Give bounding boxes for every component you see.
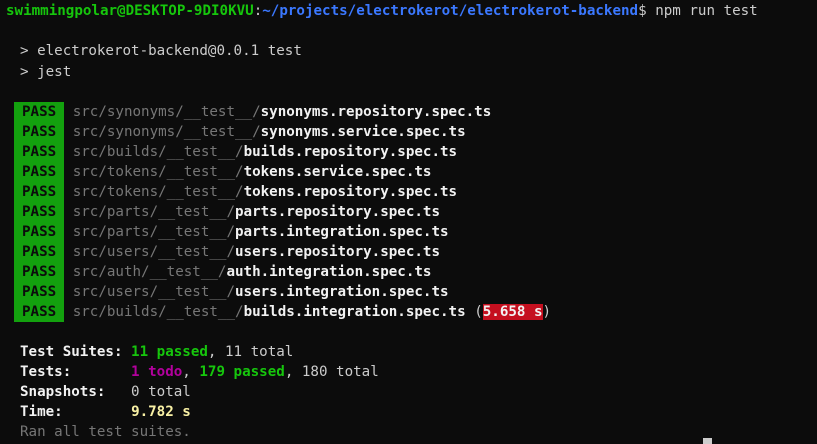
test-file-name: auth.integration.spec.ts <box>226 264 432 280</box>
test-result-row: PASS src/synonyms/__test__/synonyms.repo… <box>0 102 491 122</box>
npm-jest-line: > jest <box>20 64 72 80</box>
test-file-dir: src/tokens/__test__/ <box>72 164 244 180</box>
slow-duration-badge: 5.658 s <box>482 304 543 320</box>
prompt-line: swimmingpolar@DESKTOP-9DI0KVU:~/projects… <box>6 1 758 21</box>
npm-script-line: > electrokerot-backend@0.0.1 test <box>20 43 302 59</box>
test-file-dir: src/auth/__test__/ <box>72 264 227 280</box>
test-result-row: PASS src/tokens/__test__/tokens.reposito… <box>0 182 457 202</box>
test-result-row: PASS src/users/__test__/users.integratio… <box>0 282 449 302</box>
tests-todo: 1 todo <box>131 364 183 380</box>
test-file-name: users.integration.spec.ts <box>235 284 449 300</box>
pass-badge: PASS <box>14 182 65 202</box>
prompt-dollar: $ <box>638 3 647 19</box>
test-file-name: builds.integration.spec.ts <box>243 304 466 320</box>
test-file-dir: src/users/__test__/ <box>72 284 236 300</box>
pass-badge: PASS <box>14 162 65 182</box>
test-file-name: users.repository.spec.ts <box>235 244 441 260</box>
test-file-dir: src/synonyms/__test__/ <box>72 104 261 120</box>
time-value: 9.782 s <box>131 404 191 420</box>
summary-suites: Test Suites: 11 passed, 11 total <box>20 342 293 362</box>
test-result-row: PASS src/users/__test__/users.repository… <box>0 242 440 262</box>
pass-badge: PASS <box>14 302 65 322</box>
test-file-name: tokens.service.spec.ts <box>243 164 432 180</box>
summary-time: Time: 9.782 s <box>20 402 191 422</box>
test-file-dir: src/users/__test__/ <box>72 244 236 260</box>
test-file-name: builds.repository.spec.ts <box>243 144 458 160</box>
prompt-user-host: swimmingpolar@DESKTOP-9DI0KVU <box>6 3 254 19</box>
test-file-dir: src/tokens/__test__/ <box>72 184 244 200</box>
test-result-row: PASS src/synonyms/__test__/synonyms.serv… <box>0 122 466 142</box>
test-result-row: PASS src/parts/__test__/parts.repository… <box>0 202 440 222</box>
prompt-path: ~/projects/electrokerot/electrokerot-bac… <box>262 3 639 19</box>
prompt-separator: : <box>253 3 263 19</box>
test-file-name: synonyms.service.spec.ts <box>260 124 466 140</box>
terminal-cursor <box>703 438 712 444</box>
terminal-window[interactable]: swimmingpolar@DESKTOP-9DI0KVU:~/projects… <box>0 0 817 444</box>
pass-badge: PASS <box>14 282 65 302</box>
suites-total: , 11 total <box>207 344 294 360</box>
pass-badge: PASS <box>14 102 65 122</box>
test-file-dir: src/synonyms/__test__/ <box>72 124 261 140</box>
test-result-row: PASS src/builds/__test__/builds.integrat… <box>0 302 551 322</box>
ran-all-message: Ran all test suites. <box>20 424 191 440</box>
summary-tests: Tests: 1 todo, 179 passed, 180 total <box>20 362 379 382</box>
tests-label: Tests: <box>20 364 72 380</box>
test-file-dir: src/parts/__test__/ <box>72 204 236 220</box>
test-result-row: PASS src/parts/__test__/parts.integratio… <box>0 222 449 242</box>
test-file-dir: src/builds/__test__/ <box>72 144 244 160</box>
pass-badge: PASS <box>14 242 65 262</box>
test-result-row: PASS src/auth/__test__/auth.integration.… <box>0 262 431 282</box>
pass-badge: PASS <box>14 222 65 242</box>
pass-badge: PASS <box>14 202 65 222</box>
prompt-command: npm run test <box>655 3 758 19</box>
test-file-dir: src/builds/__test__/ <box>72 304 244 320</box>
tests-sep: , <box>182 364 200 380</box>
test-file-dir: src/parts/__test__/ <box>72 224 236 240</box>
snapshots-value: 0 total <box>131 384 191 400</box>
test-file-name: parts.repository.spec.ts <box>235 204 441 220</box>
test-result-row: PASS src/builds/__test__/builds.reposito… <box>0 142 457 162</box>
pass-badge: PASS <box>14 122 65 142</box>
time-label: Time: <box>20 404 63 420</box>
pass-badge: PASS <box>14 142 65 162</box>
summary-snapshots: Snapshots: 0 total <box>20 382 191 402</box>
pass-badge: PASS <box>14 262 65 282</box>
tests-passed: 179 passed <box>199 364 285 380</box>
test-result-row: PASS src/tokens/__test__/tokens.service.… <box>0 162 431 182</box>
suites-label: Test Suites: <box>20 344 123 360</box>
test-file-name: synonyms.repository.spec.ts <box>260 104 492 120</box>
snapshots-label: Snapshots: <box>20 384 106 400</box>
test-file-name: parts.integration.spec.ts <box>235 224 449 240</box>
suites-passed: 11 passed <box>131 344 208 360</box>
tests-total: , 180 total <box>284 364 379 380</box>
test-file-name: tokens.repository.spec.ts <box>243 184 458 200</box>
